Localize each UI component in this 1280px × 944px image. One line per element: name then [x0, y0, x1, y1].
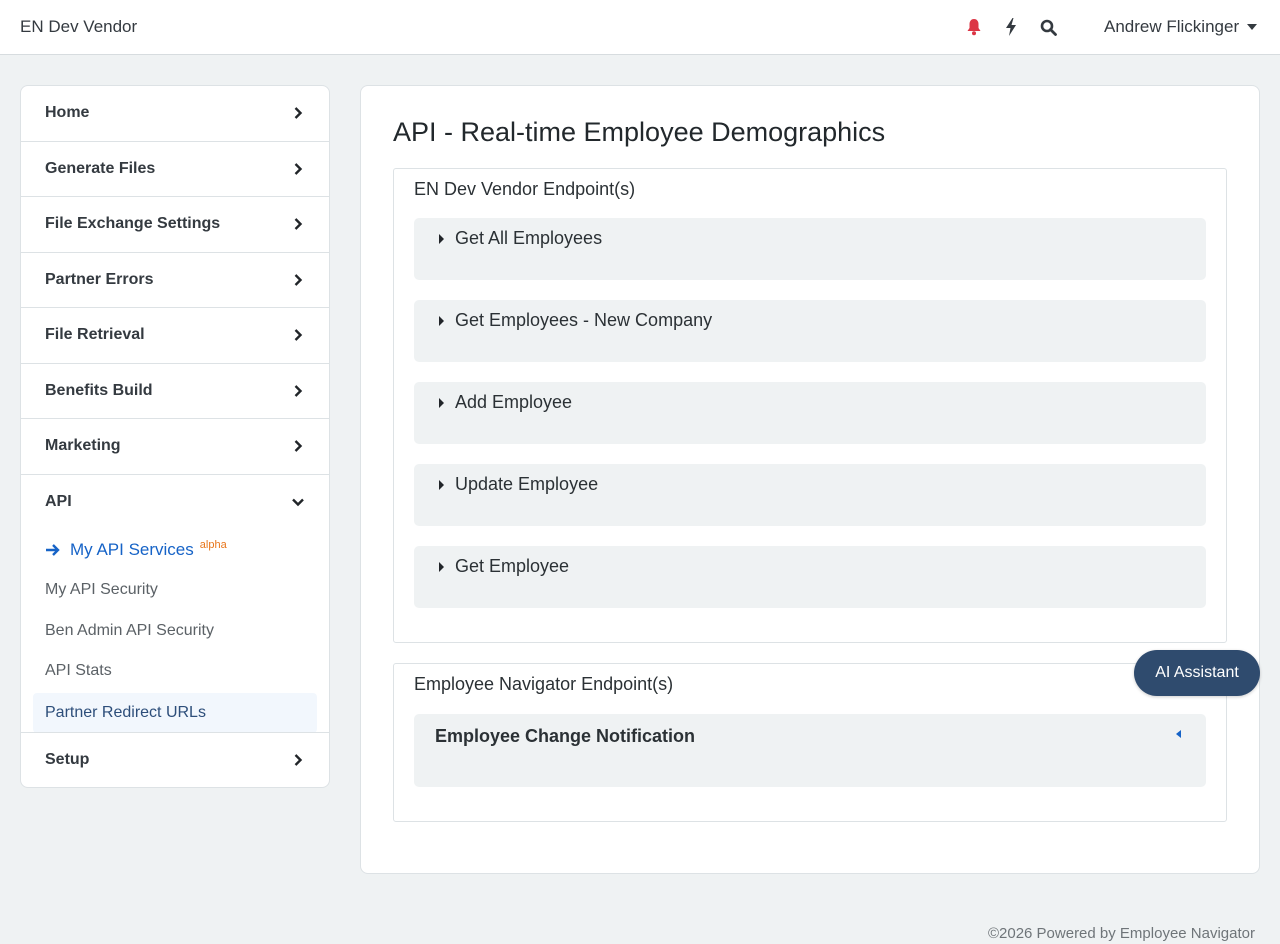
chevron-right-icon	[294, 107, 303, 120]
sidebar-item-setup[interactable]: Setup	[21, 732, 329, 787]
sidebar-subitem-my-api-security[interactable]: My API Security	[33, 570, 317, 611]
sidebar-item-file-exchange-settings[interactable]: File Exchange Settings	[21, 197, 329, 253]
endpoint-employee-change-notification[interactable]: Employee Change Notification	[414, 714, 1206, 787]
caret-left-icon[interactable]	[1176, 730, 1181, 738]
chevron-right-icon	[294, 384, 303, 397]
bell-icon[interactable]	[962, 15, 986, 39]
sidebar-subitem-label: My API Services	[70, 539, 194, 559]
endpoint-get-employee[interactable]: Get Employee	[414, 546, 1206, 608]
api-submenu: My API Services alpha My API Security Be…	[21, 530, 329, 733]
chevron-right-icon	[294, 273, 303, 286]
sidebar-item-label: Benefits Build	[45, 381, 153, 399]
caret-right-icon	[439, 234, 444, 244]
sidebar-item-label: Setup	[45, 751, 90, 768]
endpoint-label: Employee Change Notification	[435, 726, 696, 746]
endpoint-label: Update Employee	[455, 474, 599, 494]
page-title: API - Real-time Employee Demographics	[393, 117, 886, 147]
sidebar-subitem-label: API Stats	[45, 662, 112, 680]
user-name: Andrew Flickinger	[1104, 17, 1240, 36]
footer: ©2026 Powered by Employee Navigator	[987, 925, 1255, 942]
endpoint-get-all-employees[interactable]: Get All Employees	[414, 218, 1206, 280]
sidebar-item-label: Partner Errors	[45, 270, 154, 288]
sidebar-item-label: File Exchange Settings	[45, 215, 221, 233]
caret-right-icon	[439, 480, 444, 490]
sidebar-item-file-retrieval[interactable]: File Retrieval	[21, 308, 329, 364]
sidebar: Home Generate Files File Exchange Settin…	[20, 85, 330, 788]
chevron-right-icon	[294, 162, 303, 175]
chevron-right-icon	[294, 329, 303, 342]
sidebar-item-marketing[interactable]: Marketing	[21, 419, 329, 475]
chevron-right-icon	[294, 218, 303, 231]
search-icon[interactable]	[1036, 15, 1060, 39]
endpoint-label: Get Employee	[455, 556, 570, 576]
sidebar-item-api[interactable]: API	[21, 475, 329, 530]
sidebar-item-partner-errors[interactable]: Partner Errors	[21, 253, 329, 308]
sidebar-item-benefits-build[interactable]: Benefits Build	[21, 364, 329, 419]
endpoint-label: Add Employee	[455, 392, 573, 412]
sidebar-subitem-label: Partner Redirect URLs	[45, 703, 206, 721]
user-menu[interactable]: Andrew Flickinger	[1104, 17, 1258, 37]
group-title: Employee Navigator Endpoint(s)	[414, 674, 674, 694]
arrow-right-icon	[45, 543, 60, 557]
sidebar-subitem-ben-admin-api-security[interactable]: Ben Admin API Security	[33, 611, 317, 652]
caret-right-icon	[439, 398, 444, 408]
endpoint-get-employees-new-company[interactable]: Get Employees - New Company	[414, 300, 1206, 362]
brand-name[interactable]: EN Dev Vendor	[20, 17, 137, 37]
main-card: API - Real-time Employee Demographics EN…	[360, 85, 1260, 874]
sidebar-subitem-partner-redirect-urls[interactable]: Partner Redirect URLs	[33, 692, 317, 733]
employee-navigator-endpoints-group: Employee Navigator Endpoint(s) Employee …	[393, 663, 1227, 822]
sidebar-subitem-label: My API Security	[45, 581, 158, 599]
chevron-down-icon	[292, 498, 304, 507]
caret-right-icon	[439, 562, 444, 572]
bolt-icon[interactable]	[999, 15, 1023, 39]
sidebar-item-label: API	[45, 493, 72, 510]
chevron-right-icon	[294, 440, 303, 453]
top-navbar: EN Dev Vendor Andrew Flickinger	[0, 0, 1280, 55]
sidebar-subitem-label: Ben Admin API Security	[45, 621, 214, 639]
ai-assistant-button[interactable]: AI Assistant	[1134, 650, 1260, 696]
sidebar-item-label: File Retrieval	[45, 326, 145, 344]
sidebar-item-label: Home	[45, 104, 90, 122]
endpoint-label: Get Employees - New Company	[455, 310, 713, 330]
sidebar-item-generate-files[interactable]: Generate Files	[21, 142, 329, 197]
alpha-badge: alpha	[199, 538, 227, 551]
sidebar-subitem-my-api-services[interactable]: My API Services alpha	[33, 530, 317, 571]
endpoint-label: Get All Employees	[455, 228, 603, 248]
chevron-right-icon	[294, 754, 303, 766]
caret-down-icon	[1247, 24, 1258, 30]
sidebar-item-label: Generate Files	[45, 159, 156, 177]
sidebar-subitem-api-stats[interactable]: API Stats	[33, 651, 317, 692]
sidebar-item-label: Marketing	[45, 437, 121, 455]
endpoint-update-employee[interactable]: Update Employee	[414, 464, 1206, 526]
vendor-endpoints-group: EN Dev Vendor Endpoint(s) Get All Employ…	[393, 168, 1227, 643]
caret-right-icon	[439, 316, 444, 326]
endpoint-add-employee[interactable]: Add Employee	[414, 382, 1206, 444]
group-title: EN Dev Vendor Endpoint(s)	[414, 179, 636, 199]
top-icons	[962, 15, 1060, 39]
sidebar-item-home[interactable]: Home	[21, 86, 329, 142]
